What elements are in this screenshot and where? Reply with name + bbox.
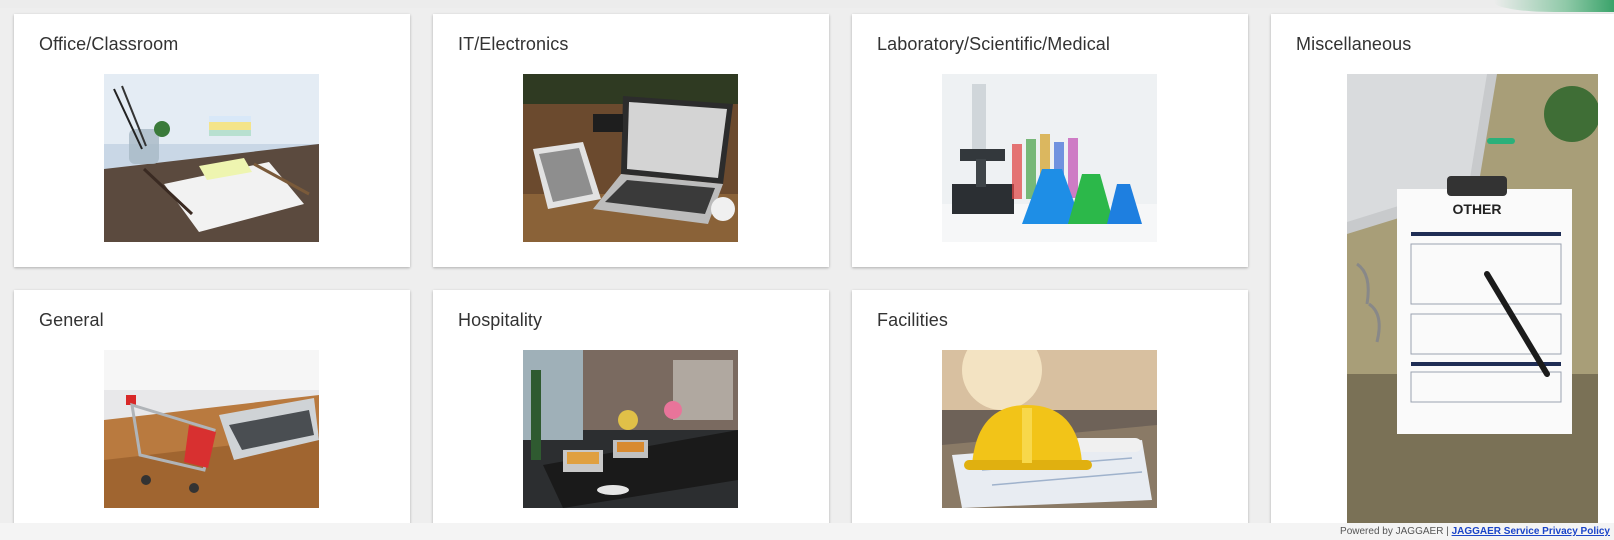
microscope-flasks-image [942,74,1157,242]
powered-by-text: Powered by JAGGAER | [1340,526,1449,537]
category-title: Facilities [877,310,949,330]
footer: Powered by JAGGAER | JAGGAER Service Pri… [0,523,1614,540]
clipboard-other-image: OTHER [1347,74,1598,532]
category-card-miscellaneous[interactable]: Miscellaneous OTHER [1271,14,1614,532]
laptop-tablet-image [523,74,738,242]
category-title: IT/Electronics [458,34,569,54]
category-card-office-classroom[interactable]: Office/Classroom [14,14,410,267]
category-card-hospitality[interactable]: Hospitality [433,290,829,530]
shopping-cart-image [104,350,319,508]
privacy-policy-link[interactable]: JAGGAER Service Privacy Policy [1452,526,1610,537]
category-card-facilities[interactable]: Facilities [852,290,1248,530]
corner-accent-decoration [1494,0,1614,12]
top-band [0,0,1614,8]
category-title: Laboratory/Scientific/Medical [877,34,1111,54]
category-title: General [39,310,104,330]
category-title: Office/Classroom [39,34,179,54]
category-card-it-electronics[interactable]: IT/Electronics [433,14,829,267]
category-card-laboratory-scientific-medical[interactable]: Laboratory/Scientific/Medical [852,14,1248,267]
category-card-general[interactable]: General [14,290,410,530]
category-title: Hospitality [458,310,543,330]
office-desk-image [104,74,319,242]
hard-hat-blueprints-image [942,350,1157,508]
category-title: Miscellaneous [1296,34,1412,54]
buffet-table-image [523,350,738,508]
clipboard-other-text: OTHER [1453,201,1502,217]
